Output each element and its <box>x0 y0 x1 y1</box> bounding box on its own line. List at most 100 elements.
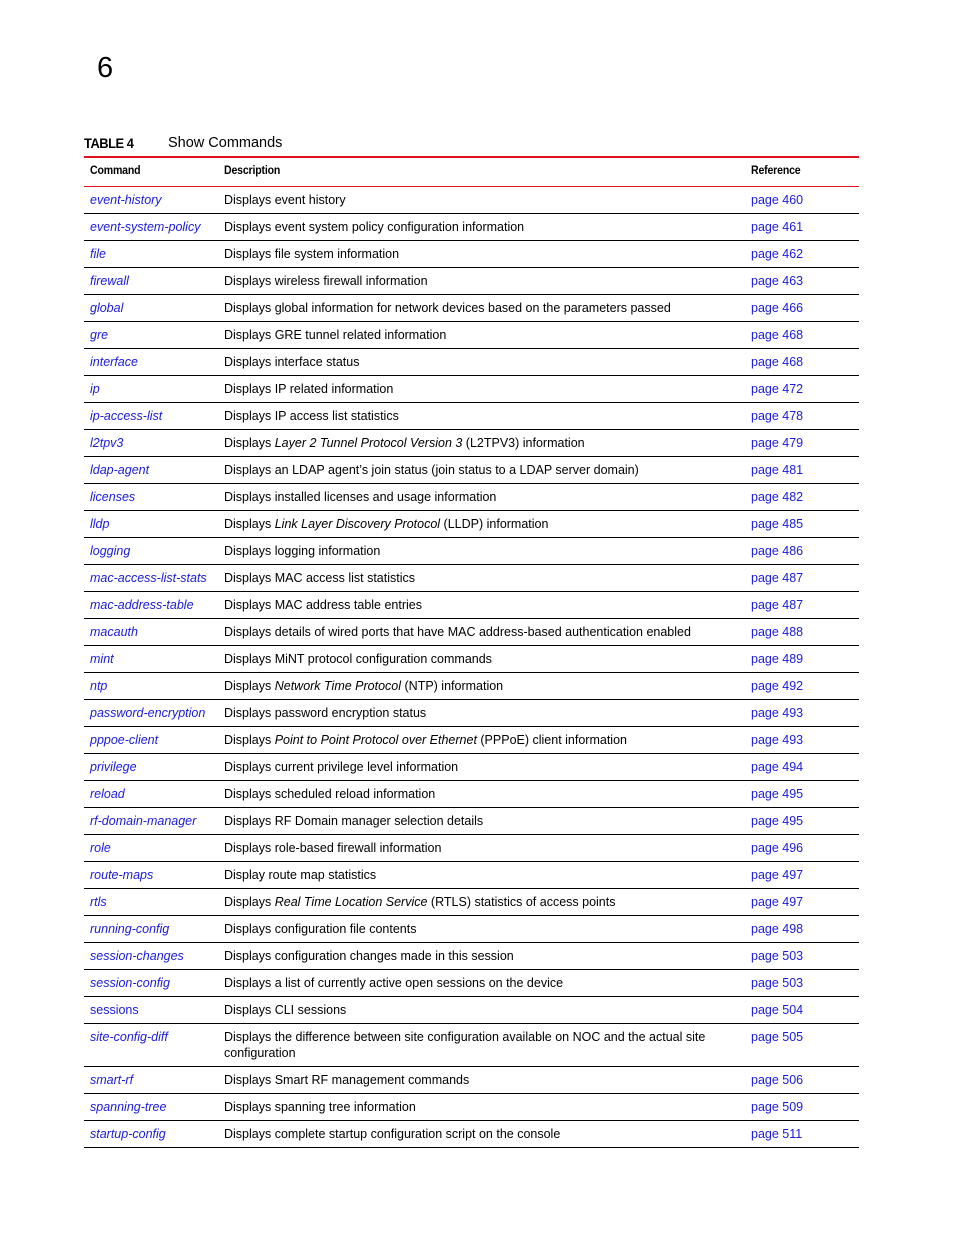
reference-cell: page 482 <box>745 483 859 511</box>
table-row: global Displays global information for ne… <box>84 294 859 322</box>
reference-link[interactable]: page 493 <box>751 733 803 747</box>
command-cell: l2tpv3 <box>84 429 218 457</box>
command-cell: event-system-policy <box>84 213 218 241</box>
reference-link[interactable]: page 461 <box>751 220 803 234</box>
command-link[interactable]: pppoe-client <box>90 733 158 747</box>
command-link[interactable]: ip <box>90 382 100 396</box>
reference-link[interactable]: page 487 <box>751 598 803 612</box>
description-cell: Displays an LDAP agent’s join status (jo… <box>218 456 745 484</box>
command-link[interactable]: ntp <box>90 679 107 693</box>
description-cell: Displays spanning tree information <box>218 1093 745 1121</box>
command-link[interactable]: rf-domain-manager <box>90 814 196 828</box>
reference-link[interactable]: page 509 <box>751 1100 803 1114</box>
reference-link[interactable]: page 493 <box>751 706 803 720</box>
reference-cell: page 503 <box>745 942 859 970</box>
table-row: spanning-tree Displays spanning tree info… <box>84 1093 859 1121</box>
reference-link[interactable]: page 497 <box>751 868 803 882</box>
command-link[interactable]: macauth <box>90 625 138 639</box>
reference-link[interactable]: page 495 <box>751 787 803 801</box>
table-row: route-maps Display route map statistics pa… <box>84 861 859 889</box>
reference-link[interactable]: page 511 <box>751 1127 802 1141</box>
description-cell: Displays Smart RF management commands <box>218 1066 745 1094</box>
command-link[interactable]: gre <box>90 328 108 342</box>
command-cell: route-maps <box>84 861 218 889</box>
description-text: Displays event system policy configurati… <box>224 220 525 234</box>
reference-link[interactable]: page 482 <box>751 490 803 504</box>
command-link[interactable]: session-changes <box>90 949 184 963</box>
reference-link[interactable]: page 505 <box>751 1030 803 1044</box>
reference-link[interactable]: page 492 <box>751 679 803 693</box>
reference-link[interactable]: page 479 <box>751 436 803 450</box>
command-link[interactable]: event-system-policy <box>90 220 200 234</box>
command-cell: rf-domain-manager <box>84 807 218 835</box>
reference-link[interactable]: page 495 <box>751 814 803 828</box>
reference-link[interactable]: page 504 <box>751 1003 803 1017</box>
description-text: (LLDP) information <box>440 517 549 531</box>
reference-link[interactable]: page 472 <box>751 382 803 396</box>
command-link[interactable]: mac-address-table <box>90 598 194 612</box>
table-title: Show Commands <box>168 135 283 151</box>
command-link[interactable]: licenses <box>90 490 135 504</box>
description-cell: Displays interface status <box>218 348 745 376</box>
command-link[interactable]: smart-rf <box>90 1073 133 1087</box>
command-link[interactable]: l2tpv3 <box>90 436 123 450</box>
reference-link[interactable]: page 498 <box>751 922 803 936</box>
header-command: Command <box>84 156 218 187</box>
command-link[interactable]: lldp <box>90 517 109 531</box>
reference-cell: page 462 <box>745 240 859 268</box>
reference-link[interactable]: page 487 <box>751 571 803 585</box>
command-cell: spanning-tree <box>84 1093 218 1121</box>
command-link[interactable]: running-config <box>90 922 169 936</box>
reference-link[interactable]: page 497 <box>751 895 803 909</box>
reference-cell: page 494 <box>745 753 859 781</box>
command-link[interactable]: ldap-agent <box>90 463 149 477</box>
command-link[interactable]: startup-config <box>90 1127 166 1141</box>
command-link[interactable]: firewall <box>90 274 129 288</box>
table-row: session-changes Displays configuration ch… <box>84 942 859 970</box>
command-link[interactable]: spanning-tree <box>90 1100 166 1114</box>
reference-link[interactable]: page 463 <box>751 274 803 288</box>
reference-link[interactable]: page 506 <box>751 1073 803 1087</box>
command-link[interactable]: interface <box>90 355 138 369</box>
description-text: Displays MiNT protocol configuration com… <box>224 652 492 666</box>
reference-link[interactable]: page 481 <box>751 463 803 477</box>
command-link[interactable]: route-maps <box>90 868 153 882</box>
reference-link[interactable]: page 489 <box>751 652 803 666</box>
reference-link[interactable]: page 468 <box>751 328 803 342</box>
reference-link[interactable]: page 485 <box>751 517 803 531</box>
command-link[interactable]: password-encryption <box>90 706 205 720</box>
command-link[interactable]: privilege <box>90 760 137 774</box>
reference-link[interactable]: page 460 <box>751 193 803 207</box>
reference-cell: page 505 <box>745 1023 859 1067</box>
reference-cell: page 479 <box>745 429 859 457</box>
reference-link[interactable]: page 503 <box>751 949 803 963</box>
command-cell: rtls <box>84 888 218 916</box>
reference-link[interactable]: page 488 <box>751 625 803 639</box>
reference-link[interactable]: page 486 <box>751 544 803 558</box>
table-row: role Displays role-based firewall informa… <box>84 834 859 862</box>
command-link[interactable]: event-history <box>90 193 162 207</box>
table-row: interface Displays interface status page 4… <box>84 348 859 376</box>
reference-link[interactable]: page 496 <box>751 841 803 855</box>
command-link[interactable]: reload <box>90 787 125 801</box>
command-link[interactable]: rtls <box>90 895 107 909</box>
reference-link[interactable]: page 468 <box>751 355 803 369</box>
reference-link[interactable]: page 466 <box>751 301 803 315</box>
command-link[interactable]: global <box>90 301 123 315</box>
command-link[interactable]: ip-access-list <box>90 409 162 423</box>
command-link[interactable]: logging <box>90 544 130 558</box>
description-text: Displays Smart RF management commands <box>224 1073 470 1087</box>
command-link[interactable]: session-config <box>90 976 170 990</box>
reference-link[interactable]: page 503 <box>751 976 803 990</box>
show-commands-table: Command Description Reference event-hist… <box>84 156 859 1148</box>
command-cell: running-config <box>84 915 218 943</box>
command-link[interactable]: mint <box>90 652 114 666</box>
command-link[interactable]: site-config-diff <box>90 1030 168 1044</box>
command-link[interactable]: role <box>90 841 111 855</box>
command-link[interactable]: mac-access-list-stats <box>90 571 207 585</box>
reference-link[interactable]: page 462 <box>751 247 803 261</box>
command-link[interactable]: sessions <box>90 1003 139 1017</box>
command-link[interactable]: file <box>90 247 106 261</box>
reference-link[interactable]: page 494 <box>751 760 803 774</box>
reference-link[interactable]: page 478 <box>751 409 803 423</box>
